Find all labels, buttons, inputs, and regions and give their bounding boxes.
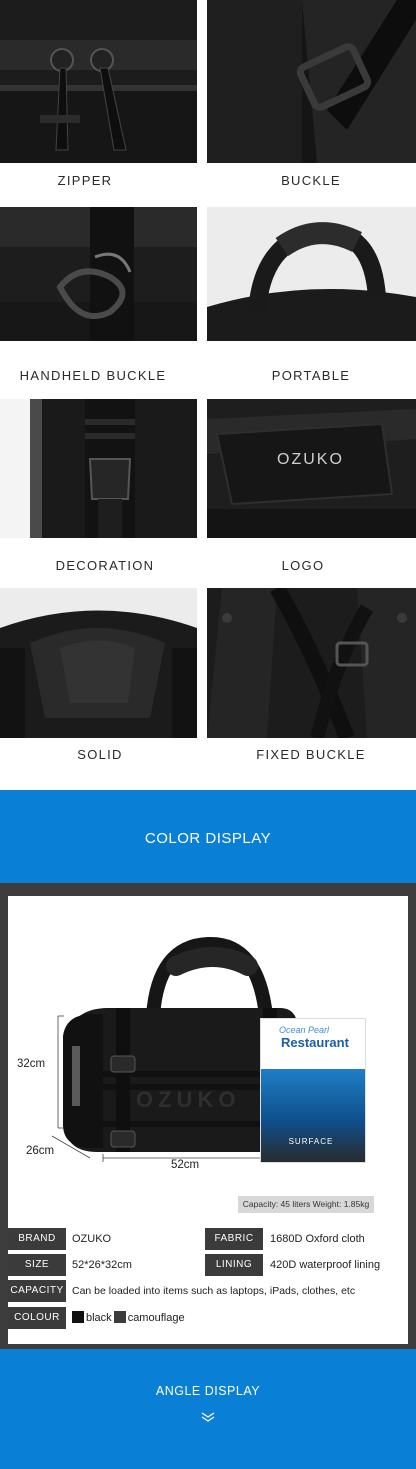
decoration-photo <box>0 399 197 538</box>
width-dimension: 52cm <box>171 1159 200 1171</box>
colour-name-camouflage: camouflage <box>127 1312 185 1324</box>
swivel-buckle-icon <box>0 207 197 341</box>
angle-display-banner: ANGLE DISPLAY <box>0 1349 416 1469</box>
zipper-pull-icon <box>0 0 197 163</box>
spec-label-brand: BRAND <box>8 1228 66 1250</box>
handle-icon <box>207 207 416 341</box>
feature-caption-logo: LOGO <box>281 558 325 573</box>
feature-grid: ZIPPER BUCKLE HANDHELD BUCKLE PORTABLE D… <box>0 0 416 790</box>
strap-logo-text: OZUKO <box>277 451 344 468</box>
spec-value-lining: 420D waterproof lining <box>270 1259 381 1271</box>
spec-value-size: 52*26*32cm <box>72 1259 132 1271</box>
spec-label-size: SIZE <box>8 1254 66 1276</box>
zipper-photo <box>0 0 197 163</box>
magazine-photo <box>261 1069 365 1162</box>
spec-row-size: SIZE 52*26*32cm LINING 420D waterproof l… <box>8 1254 408 1276</box>
logo-photo: OZUKO <box>207 399 416 538</box>
back-panel-icon <box>207 588 416 738</box>
portable-photo <box>207 207 416 341</box>
spec-value-brand: OZUKO <box>72 1233 112 1245</box>
bag-logo-text: OZUKO <box>136 1087 241 1112</box>
product-panel: OZUKO Ocean Pearl Restaurant SURFACE 32c… <box>0 883 416 1349</box>
magazine-title-1: Ocean Pearl <box>279 1025 330 1035</box>
color-display-banner: COLOR DISPLAY <box>0 790 416 883</box>
magazine-subtitle: SURFACE <box>288 1137 334 1146</box>
spec-label-colour: COLOUR <box>8 1307 66 1329</box>
handheld-buckle-photo <box>0 207 197 341</box>
color-display-title: COLOR DISPLAY <box>144 830 272 847</box>
fixed-buckle-photo <box>207 588 416 738</box>
feature-caption-portable: PORTABLE <box>271 368 351 383</box>
solid-photo <box>0 588 197 738</box>
spec-value-capacity: Can be loaded into items such as laptops… <box>72 1285 356 1297</box>
spec-label-lining: LINING <box>205 1254 263 1276</box>
feature-caption-zipper: ZIPPER <box>57 173 113 188</box>
magazine-image: Ocean Pearl Restaurant SURFACE <box>260 1018 366 1163</box>
strap-buckle-icon <box>207 0 416 163</box>
feature-caption-fixed-buckle: FIXED BUCKLE <box>256 747 366 762</box>
angle-display-title: ANGLE DISPLAY <box>155 1384 261 1398</box>
height-dimension: 32cm <box>17 1058 46 1070</box>
feature-caption-buckle: BUCKLE <box>281 173 341 188</box>
product-card: OZUKO Ocean Pearl Restaurant SURFACE 32c… <box>8 896 408 1344</box>
feature-caption-decoration: DECORATION <box>55 558 155 573</box>
feature-caption-handheld-buckle: HANDHELD BUCKLE <box>19 368 167 383</box>
spec-value-fabric: 1680D Oxford cloth <box>270 1233 365 1245</box>
spec-row-colour: COLOUR black camouflage <box>8 1307 408 1329</box>
buckle-photo <box>207 0 416 163</box>
swatch-black[interactable] <box>72 1311 84 1323</box>
depth-dimension: 26cm <box>26 1145 55 1157</box>
feature-caption-solid: SOLID <box>77 747 123 762</box>
colour-name-black: black <box>86 1312 112 1324</box>
spec-value-colour: black camouflage <box>72 1307 185 1329</box>
double-chevron-down-icon <box>201 1412 215 1422</box>
magazine-title-2: Restaurant <box>281 1035 349 1050</box>
spec-row-brand: BRAND OZUKO FABRIC 1680D Oxford cloth <box>8 1228 408 1250</box>
spec-row-capacity: CAPACITY Can be loaded into items such a… <box>8 1280 408 1302</box>
spec-label-capacity: CAPACITY <box>8 1280 66 1302</box>
swatch-camouflage[interactable] <box>113 1311 126 1323</box>
spec-label-fabric: FABRIC <box>205 1228 263 1250</box>
open-bag-icon <box>0 588 197 738</box>
capacity-weight-note: Capacity: 45 liters Weight: 1.85kg <box>238 1196 374 1213</box>
side-release-buckle-icon <box>0 399 197 538</box>
